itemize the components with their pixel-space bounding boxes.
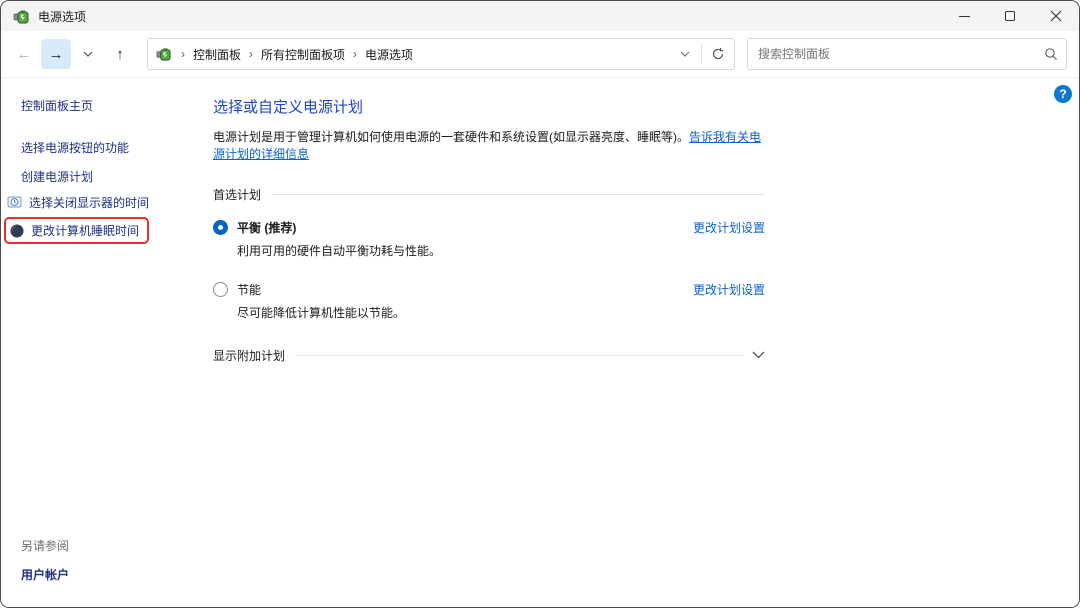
chevron-down-icon bbox=[83, 51, 93, 57]
power-options-window: 电源选项 ← → ↑ › 控制面板 › 所有控制面板项 bbox=[0, 0, 1080, 608]
radio-balanced[interactable] bbox=[213, 220, 228, 235]
title-bar: 电源选项 bbox=[1, 1, 1079, 31]
breadcrumb-separator: › bbox=[246, 47, 256, 61]
breadcrumb-separator: › bbox=[350, 47, 360, 61]
page-title: 选择或自定义电源计划 bbox=[213, 96, 765, 117]
address-bar[interactable]: › 控制面板 › 所有控制面板项 › 电源选项 bbox=[147, 38, 735, 70]
chevron-down-icon bbox=[680, 51, 690, 57]
plan-balanced-row: 平衡 (推荐) 更改计划设置 bbox=[213, 219, 765, 236]
content-area: ? 控制面板主页 选择电源按钮的功能 创建电源计划 选择关闭显示器的时间 更改计… bbox=[1, 78, 1079, 607]
sidebar-item-control-panel-home[interactable]: 控制面板主页 bbox=[21, 97, 213, 114]
change-plan-settings-link-balanced[interactable]: 更改计划设置 bbox=[693, 219, 765, 236]
sidebar-item-label: 更改计算机睡眠时间 bbox=[31, 222, 139, 239]
window-controls bbox=[941, 1, 1079, 31]
up-button[interactable]: ↑ bbox=[105, 39, 135, 69]
change-plan-settings-link-power-saver[interactable]: 更改计划设置 bbox=[693, 281, 765, 298]
close-button[interactable] bbox=[1033, 1, 1079, 31]
back-button[interactable]: ← bbox=[9, 39, 39, 69]
page-description: 电源计划是用于管理计算机如何使用电源的一套硬件和系统设置(如显示器亮度、睡眠等)… bbox=[213, 129, 765, 164]
plan-balanced-name[interactable]: 平衡 (推荐) bbox=[237, 219, 296, 236]
sidebar-item-power-buttons[interactable]: 选择电源按钮的功能 bbox=[21, 139, 213, 156]
breadcrumb-control-panel[interactable]: 控制面板 bbox=[188, 42, 246, 67]
help-button[interactable]: ? bbox=[1054, 85, 1072, 103]
display-clock-icon bbox=[7, 195, 23, 211]
address-dropdown-button[interactable] bbox=[671, 40, 699, 68]
recent-pages-dropdown[interactable] bbox=[73, 39, 103, 69]
search-icon[interactable] bbox=[1044, 47, 1058, 61]
main-panel: 选择或自定义电源计划 电源计划是用于管理计算机如何使用电源的一套硬件和系统设置(… bbox=[213, 78, 765, 607]
additional-plans-section[interactable]: 显示附加计划 bbox=[213, 347, 765, 364]
breadcrumb-all-items[interactable]: 所有控制面板项 bbox=[256, 42, 350, 67]
divider bbox=[271, 194, 765, 195]
sidebar-item-create-plan[interactable]: 创建电源计划 bbox=[21, 168, 213, 185]
preferred-plans-section: 首选计划 bbox=[213, 186, 765, 203]
sleep-sphere-icon bbox=[9, 223, 25, 239]
additional-plans-label: 显示附加计划 bbox=[213, 347, 285, 364]
address-bar-controls bbox=[671, 39, 732, 69]
see-also-header: 另请参阅 bbox=[21, 537, 213, 554]
divider bbox=[701, 44, 702, 64]
plan-power-saver-description: 尽可能降低计算机性能以节能。 bbox=[237, 304, 765, 321]
power-options-small-icon bbox=[156, 46, 172, 62]
divider bbox=[295, 355, 744, 356]
expand-chevron-down-icon[interactable] bbox=[752, 351, 765, 359]
preferred-plans-label: 首选计划 bbox=[213, 186, 261, 203]
sidebar-item-change-sleep-time[interactable]: 更改计算机睡眠时间 bbox=[4, 217, 149, 244]
close-icon bbox=[1050, 10, 1062, 22]
navigation-toolbar: ← → ↑ › 控制面板 › 所有控制面板项 › 电源选项 bbox=[1, 31, 1079, 78]
radio-power-saver[interactable] bbox=[213, 282, 228, 297]
sidebar-item-label: 选择关闭显示器的时间 bbox=[29, 194, 149, 211]
breadcrumb-separator: › bbox=[178, 47, 188, 61]
breadcrumb-power-options[interactable]: 电源选项 bbox=[360, 42, 418, 67]
sidebar: 控制面板主页 选择电源按钮的功能 创建电源计划 选择关闭显示器的时间 更改计算机… bbox=[1, 78, 213, 607]
plan-power-saver-row: 节能 更改计划设置 bbox=[213, 281, 765, 298]
plan-balanced-description: 利用可用的硬件自动平衡功耗与性能。 bbox=[237, 242, 765, 259]
search-input[interactable] bbox=[758, 47, 1044, 61]
refresh-button[interactable] bbox=[704, 40, 732, 68]
sidebar-item-display-off-time[interactable]: 选择关闭显示器的时间 bbox=[7, 194, 213, 211]
window-title: 电源选项 bbox=[38, 8, 86, 25]
description-text: 电源计划是用于管理计算机如何使用电源的一套硬件和系统设置(如显示器亮度、睡眠等)… bbox=[213, 130, 689, 144]
forward-button[interactable]: → bbox=[41, 39, 71, 69]
sidebar-item-user-accounts[interactable]: 用户帐户 bbox=[21, 566, 213, 583]
plan-power-saver-name[interactable]: 节能 bbox=[237, 281, 261, 298]
sidebar-footer: 另请参阅 用户帐户 bbox=[1, 537, 213, 591]
maximize-icon bbox=[1005, 11, 1015, 21]
minimize-icon bbox=[959, 16, 970, 17]
power-options-icon bbox=[13, 8, 30, 25]
minimize-button[interactable] bbox=[941, 1, 987, 31]
refresh-icon bbox=[711, 47, 725, 61]
search-box bbox=[747, 38, 1067, 70]
maximize-button[interactable] bbox=[987, 1, 1033, 31]
